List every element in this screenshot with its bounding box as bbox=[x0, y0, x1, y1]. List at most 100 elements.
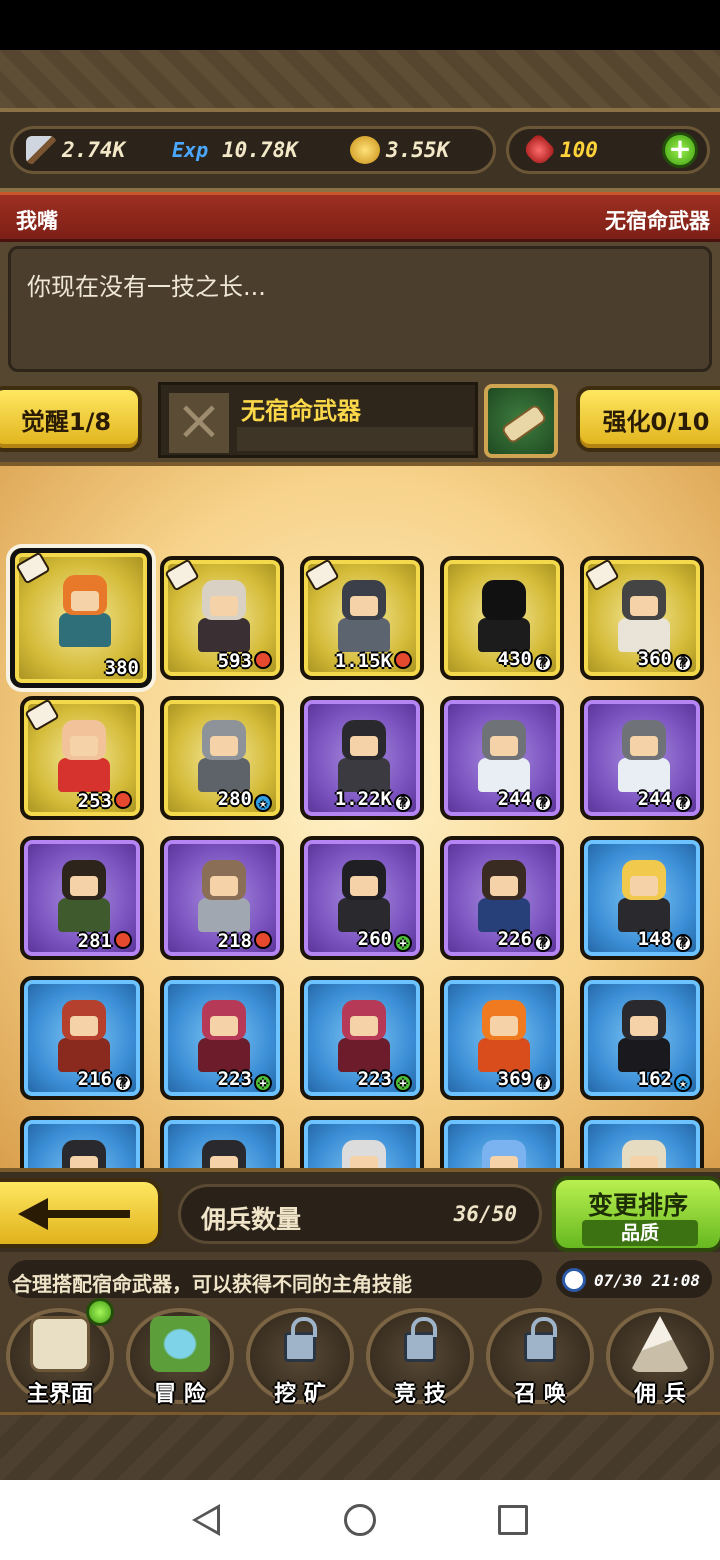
hero-class-icon: ? bbox=[114, 1074, 132, 1092]
hero-card[interactable]: 380 bbox=[10, 548, 152, 688]
nav-summon[interactable]: 召 唤 bbox=[480, 1302, 600, 1412]
hero-class-icon: ? bbox=[394, 794, 412, 812]
map-background bbox=[0, 50, 720, 110]
hero-name: 我嘴 bbox=[16, 209, 58, 233]
hero-card[interactable]: 216? bbox=[20, 976, 144, 1100]
hero-sprite bbox=[336, 580, 392, 656]
hero-sprite bbox=[196, 1000, 252, 1076]
hero-card[interactable]: 244? bbox=[440, 696, 564, 820]
sort-label: 变更排序 bbox=[587, 1191, 688, 1220]
hero-card[interactable]: 226? bbox=[440, 836, 564, 960]
back-icon[interactable] bbox=[192, 1504, 220, 1536]
nav-main-label: 主界面 bbox=[26, 1382, 93, 1407]
nav-arena-label: 竞 技 bbox=[394, 1382, 446, 1407]
hero-sprite bbox=[476, 720, 532, 796]
hero-sprite bbox=[57, 575, 113, 651]
hero-card[interactable]: 162★ bbox=[160, 1116, 284, 1170]
hero-class-icon: ? bbox=[674, 794, 692, 812]
nav-arena[interactable]: 竞 技 bbox=[360, 1302, 480, 1412]
hero-card[interactable]: 218 bbox=[160, 836, 284, 960]
clock-icon bbox=[562, 1268, 586, 1292]
hero-card[interactable]: 244? bbox=[580, 696, 704, 820]
awaken-button[interactable]: 觉醒1/8 bbox=[0, 386, 142, 452]
hero-card[interactable]: 223 + bbox=[160, 976, 284, 1100]
gold-value: 3.55K bbox=[386, 138, 450, 162]
hero-sprite bbox=[476, 860, 532, 936]
hero-level: 593 bbox=[218, 650, 272, 672]
hero-level: 216? bbox=[78, 1068, 132, 1092]
weapon-slot[interactable]: × 无宿命武器 bbox=[158, 382, 478, 458]
back-arrow-button[interactable] bbox=[0, 1178, 162, 1248]
notification-dot bbox=[86, 1298, 114, 1326]
hero-card[interactable]: 430? bbox=[440, 556, 564, 680]
hero-level: 218 bbox=[218, 930, 272, 952]
hero-level: 281 bbox=[78, 930, 132, 952]
hero-class-icon bbox=[114, 931, 132, 949]
hero-class-icon bbox=[254, 931, 272, 949]
hero-level-value: 1.15K bbox=[334, 650, 392, 672]
nav-mercenary[interactable]: 佣 兵 bbox=[600, 1302, 720, 1412]
weapon-badge-icon bbox=[304, 560, 340, 592]
hero-level: 223 + bbox=[218, 1068, 272, 1092]
hero-class-icon: ★ bbox=[254, 794, 272, 812]
hero-level: 430? bbox=[498, 648, 552, 672]
hero-sprite bbox=[616, 1000, 672, 1076]
nav-mining-label: 挖 矿 bbox=[274, 1382, 326, 1407]
hero-level-value: 369 bbox=[497, 1068, 532, 1090]
nav-main[interactable]: 主界面 bbox=[0, 1298, 120, 1412]
bottom-bar: 佣兵数量 36/50 变更排序 品质 bbox=[0, 1168, 720, 1252]
hero-level: 280 ★ bbox=[218, 788, 272, 812]
hero-card[interactable]: 260 + bbox=[300, 836, 424, 960]
hero-card[interactable]: 271? bbox=[300, 1116, 424, 1170]
hero-class-icon bbox=[394, 651, 412, 669]
weapon-badge-icon bbox=[584, 560, 620, 592]
hero-level: 260 + bbox=[358, 928, 412, 952]
hero-level: 369? bbox=[498, 1068, 552, 1092]
weapon-status: 无宿命武器 bbox=[605, 209, 710, 233]
hero-sprite bbox=[56, 1140, 112, 1170]
hero-level: 1.22K? bbox=[335, 788, 412, 812]
hero-sprite bbox=[616, 580, 672, 656]
hero-card[interactable]: 253 bbox=[20, 696, 144, 820]
weapon-badge-icon bbox=[24, 700, 60, 732]
status-bar bbox=[0, 0, 720, 50]
hero-level: 253 bbox=[78, 790, 132, 812]
hero-level-value: 430 bbox=[497, 648, 532, 670]
hero-card[interactable]: 1.22K? bbox=[300, 696, 424, 820]
upgrade-button[interactable]: 强化0/10 bbox=[576, 386, 720, 452]
hero-roster[interactable]: 380 593 1.15K 430? 360? 253 280 ★ 1.22K? 244? 244?… bbox=[0, 462, 720, 1170]
sort-button[interactable]: 变更排序 品质 bbox=[552, 1176, 720, 1252]
hero-card[interactable]: 593 bbox=[160, 556, 284, 680]
hero-level: 223 + bbox=[358, 1068, 412, 1092]
recent-apps-icon[interactable] bbox=[498, 1505, 528, 1535]
hero-sprite bbox=[336, 860, 392, 936]
exp-stat: Exp 10.78K bbox=[172, 136, 298, 164]
hero-level-value: 218 bbox=[217, 930, 252, 952]
nav-adventure[interactable]: 冒 险 bbox=[120, 1302, 240, 1412]
gold-stat: 3.55K bbox=[350, 136, 449, 164]
hero-card[interactable]: 271? bbox=[440, 1116, 564, 1170]
hero-card[interactable]: 360? bbox=[580, 556, 704, 680]
add-gems-button[interactable]: + bbox=[662, 132, 698, 168]
hero-card[interactable]: 162★ bbox=[20, 1116, 144, 1170]
nav-mining[interactable]: 挖 矿 bbox=[240, 1302, 360, 1412]
hero-card[interactable]: 280 ★ bbox=[160, 696, 284, 820]
weapon-name: 无宿命武器 bbox=[241, 397, 361, 425]
hero-card[interactable]: 223 + bbox=[300, 976, 424, 1100]
hero-card[interactable]: 162★ bbox=[580, 976, 704, 1100]
hero-card[interactable]: 148? bbox=[580, 836, 704, 960]
nav-adventure-label: 冒 险 bbox=[154, 1382, 206, 1407]
hero-class-icon: ? bbox=[674, 934, 692, 952]
hero-sprite bbox=[616, 720, 672, 796]
hero-sprite bbox=[476, 1000, 532, 1076]
hero-class-icon bbox=[254, 651, 272, 669]
hero-level-value: 244 bbox=[637, 788, 672, 810]
hero-class-icon: ★ bbox=[674, 1074, 692, 1092]
hero-card[interactable]: 1.15K bbox=[300, 556, 424, 680]
hero-card[interactable]: 281 bbox=[20, 836, 144, 960]
hero-card[interactable]: 369? bbox=[440, 976, 564, 1100]
lock-icon bbox=[404, 1317, 437, 1362]
scroll-icon[interactable] bbox=[484, 384, 558, 458]
home-icon[interactable] bbox=[344, 1504, 376, 1536]
hero-card[interactable]: 219? bbox=[580, 1116, 704, 1170]
